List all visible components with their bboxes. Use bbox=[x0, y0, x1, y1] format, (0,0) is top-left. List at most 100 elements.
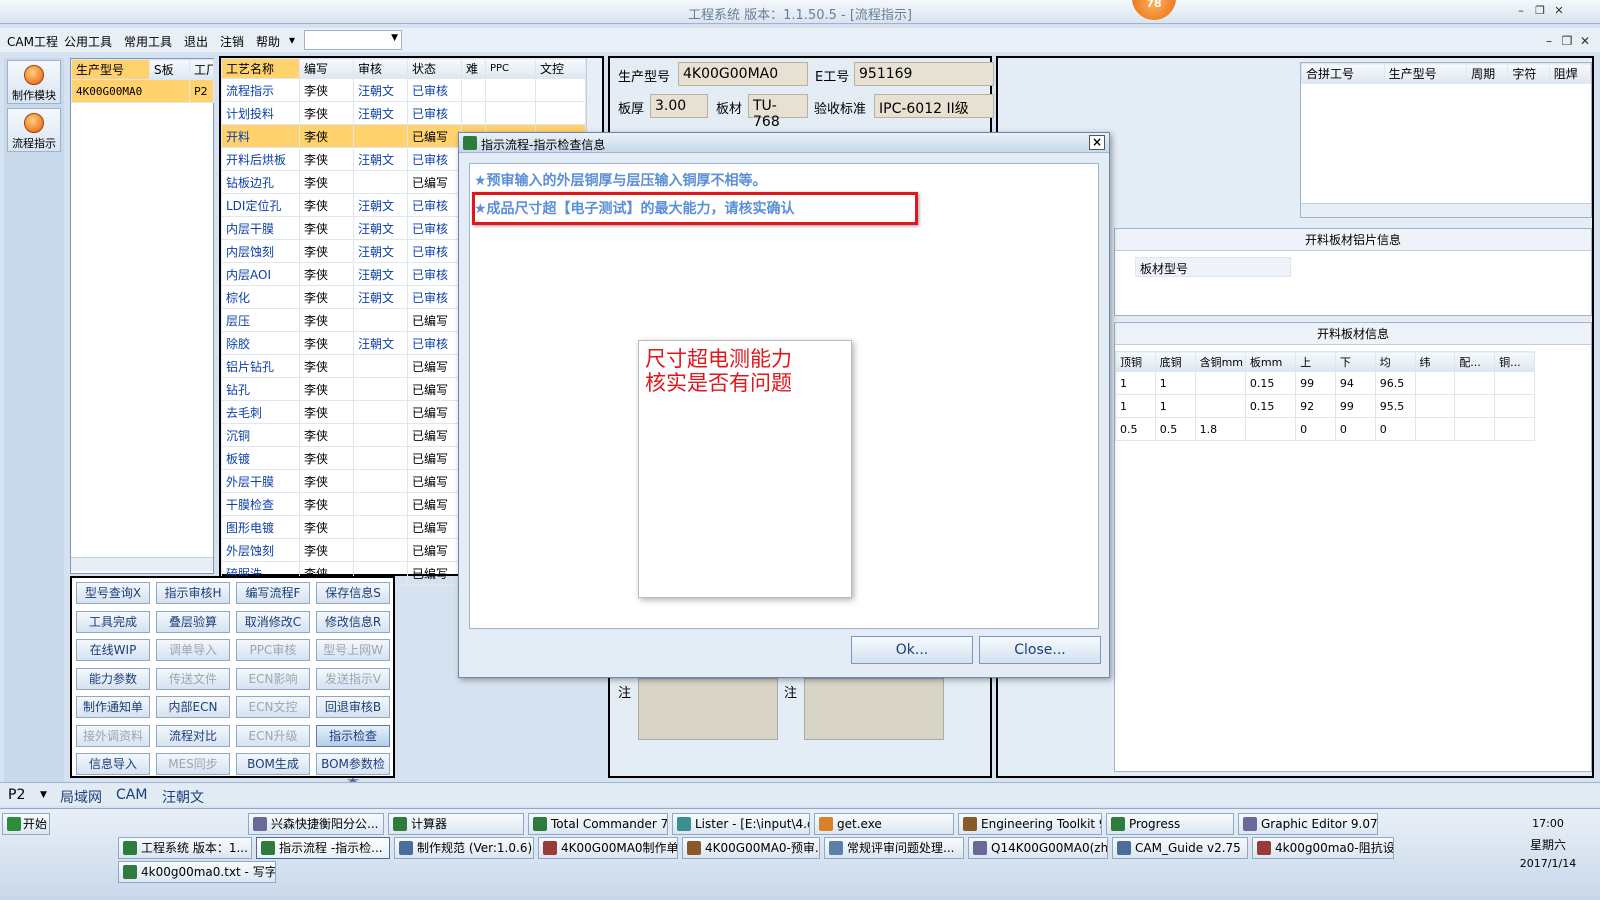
process-cell[interactable] bbox=[353, 538, 408, 562]
process-cell[interactable]: 已编写 bbox=[407, 423, 462, 447]
process-cell[interactable] bbox=[353, 446, 408, 470]
action-button[interactable]: 回退审核B bbox=[316, 696, 390, 718]
merge-col-job[interactable]: 合拼工号 bbox=[1301, 63, 1385, 84]
process-cell[interactable]: 层压 bbox=[221, 308, 300, 332]
process-cell[interactable]: LDI定位孔 bbox=[221, 193, 300, 217]
action-button[interactable]: ECN影响 bbox=[236, 667, 310, 690]
sheet-cell[interactable] bbox=[1414, 394, 1456, 418]
process-cell[interactable]: 已编写 bbox=[407, 354, 462, 378]
action-button[interactable]: ECN升级 bbox=[236, 724, 310, 747]
sheet-cell[interactable]: 92 bbox=[1295, 394, 1336, 418]
action-button[interactable]: 保存信息S bbox=[316, 582, 390, 604]
process-cell[interactable]: 已编写 bbox=[407, 561, 462, 585]
sheet-cell[interactable] bbox=[1494, 417, 1535, 441]
status-combo[interactable]: P2 bbox=[8, 787, 25, 803]
process-cell[interactable]: 棕化 bbox=[221, 285, 300, 309]
sheet-col-header[interactable]: 均 bbox=[1374, 351, 1416, 372]
process-cell[interactable]: 已编写 bbox=[407, 124, 462, 148]
process-cell[interactable]: 李侠 bbox=[299, 354, 354, 378]
process-cell[interactable]: 开料 bbox=[221, 124, 300, 148]
sheet-row[interactable]: 0.5 0.5 1.8 0 0 0 bbox=[1115, 417, 1535, 441]
sheet-cell[interactable]: 1 bbox=[1115, 371, 1156, 395]
sheet-cell[interactable]: 99 bbox=[1334, 394, 1376, 418]
process-row[interactable]: 计划投料 李侠 汪朝文 已审核 bbox=[221, 101, 586, 125]
menu-logout[interactable]: 注销 bbox=[220, 33, 244, 50]
process-cell[interactable]: 李侠 bbox=[299, 538, 354, 562]
action-button[interactable]: 型号查询X bbox=[76, 582, 150, 604]
taskbar-item[interactable]: Lister - [E:\input\4.drl] bbox=[672, 813, 810, 835]
action-button[interactable]: BOM生成 bbox=[236, 753, 310, 775]
process-cell[interactable]: 李侠 bbox=[299, 147, 354, 171]
process-cell[interactable]: 钻孔 bbox=[221, 377, 300, 401]
sheet-cell[interactable] bbox=[1414, 417, 1456, 441]
process-cell[interactable] bbox=[485, 101, 536, 125]
sheet-cell[interactable]: 0.15 bbox=[1244, 394, 1297, 418]
process-cell[interactable] bbox=[485, 78, 536, 102]
process-cell[interactable]: 已审核 bbox=[407, 147, 462, 171]
part-col-factory[interactable]: 工厂 bbox=[189, 59, 214, 80]
process-cell[interactable]: 李侠 bbox=[299, 308, 354, 332]
part-row[interactable]: 4K00G00MA0 P2 bbox=[71, 79, 214, 103]
process-cell[interactable]: 汪朝文 bbox=[353, 239, 408, 263]
tab-lan[interactable]: 局域网 bbox=[60, 787, 102, 807]
process-cell[interactable]: 铝片钻孔 bbox=[221, 354, 300, 378]
taskbar-item[interactable]: get.exe bbox=[814, 813, 954, 835]
merge-col-mask[interactable]: 阻焊 bbox=[1548, 63, 1592, 84]
toolbar-combo[interactable]: ▼ bbox=[304, 30, 402, 50]
status-combo-arrow-icon[interactable]: ▼ bbox=[40, 790, 47, 800]
module-button[interactable]: 制作模块 bbox=[7, 60, 61, 104]
process-cell[interactable]: 已审核 bbox=[407, 285, 462, 309]
action-button[interactable]: 在线WIP bbox=[76, 639, 150, 661]
close-icon[interactable]: ✕ bbox=[1552, 4, 1566, 18]
process-cell[interactable]: 汪朝文 bbox=[353, 78, 408, 102]
aluminium-header[interactable]: 板材型号 bbox=[1135, 257, 1291, 277]
tab-cam[interactable]: CAM bbox=[116, 787, 147, 803]
sheet-cell[interactable]: 0.15 bbox=[1244, 371, 1297, 395]
action-button[interactable]: 取消修改C bbox=[236, 610, 310, 633]
taskbar-item[interactable]: 制作规范 (Ver:1.0.6) bbox=[394, 837, 534, 859]
process-cell[interactable]: 已审核 bbox=[407, 262, 462, 286]
sheet-cell[interactable] bbox=[1454, 394, 1496, 418]
process-cell[interactable] bbox=[353, 469, 408, 493]
action-button[interactable]: 指示审核H bbox=[156, 582, 230, 604]
process-cell[interactable]: 除胶 bbox=[221, 331, 300, 355]
process-cell[interactable]: 汪朝文 bbox=[353, 101, 408, 125]
action-button[interactable]: 型号上网W bbox=[316, 639, 390, 661]
process-cell[interactable]: 已编写 bbox=[407, 492, 462, 516]
process-cell[interactable] bbox=[535, 101, 586, 125]
sheet-cell[interactable] bbox=[1194, 371, 1246, 395]
col-difficulty[interactable]: 难 bbox=[461, 58, 486, 79]
sheet-row[interactable]: 1 1 0.15 92 99 95.5 bbox=[1115, 394, 1535, 418]
col-writer[interactable]: 编写 bbox=[299, 58, 354, 79]
standard-field[interactable]: IPC-6012 II级 bbox=[874, 94, 994, 118]
process-cell[interactable]: 李侠 bbox=[299, 101, 354, 125]
col-doc-control[interactable]: 文控 bbox=[535, 58, 586, 79]
action-button[interactable]: BOM参数检查 bbox=[316, 753, 390, 791]
thick-field[interactable]: 3.00 bbox=[650, 94, 708, 118]
action-button[interactable]: 调单导入 bbox=[156, 639, 230, 661]
sheet-cell[interactable]: 94 bbox=[1334, 371, 1376, 395]
process-cell[interactable]: 沉铜 bbox=[221, 423, 300, 447]
eno-field[interactable]: 951169 bbox=[854, 62, 994, 86]
process-cell[interactable]: 内层蚀刻 bbox=[221, 239, 300, 263]
process-cell[interactable] bbox=[353, 377, 408, 401]
sheet-cell[interactable] bbox=[1244, 417, 1297, 441]
dialog-title-bar[interactable]: 指示流程-指示检查信息 bbox=[459, 133, 1109, 153]
start-button[interactable]: 开始 bbox=[2, 813, 50, 835]
col-ppc[interactable]: PPC bbox=[485, 58, 536, 79]
process-cell[interactable] bbox=[353, 492, 408, 516]
message-area[interactable]: ★预审输入的外层铜厚与层压输入铜厚不相等。 ★成品尺寸超【电子测试】的最大能力，… bbox=[469, 163, 1099, 629]
sheet-cell[interactable] bbox=[1454, 371, 1496, 395]
tab-user[interactable]: 汪朝文 bbox=[162, 787, 204, 807]
menu-common-tools[interactable]: 常用工具 bbox=[124, 33, 172, 50]
action-button[interactable]: 修改信息R bbox=[316, 610, 390, 633]
sheet-cell[interactable]: 0.5 bbox=[1115, 417, 1156, 441]
process-cell[interactable]: 已审核 bbox=[407, 101, 462, 125]
sheet-cell[interactable]: 1.8 bbox=[1194, 417, 1246, 441]
process-row[interactable]: 流程指示 李侠 汪朝文 已审核 bbox=[221, 78, 586, 102]
action-button[interactable]: PPC审核 bbox=[236, 639, 310, 661]
part-model-cell[interactable]: 4K00G00MA0 bbox=[71, 79, 190, 103]
merge-hscrollbar[interactable] bbox=[1301, 203, 1591, 217]
process-cell[interactable]: 李侠 bbox=[299, 469, 354, 493]
process-cell[interactable] bbox=[353, 400, 408, 424]
